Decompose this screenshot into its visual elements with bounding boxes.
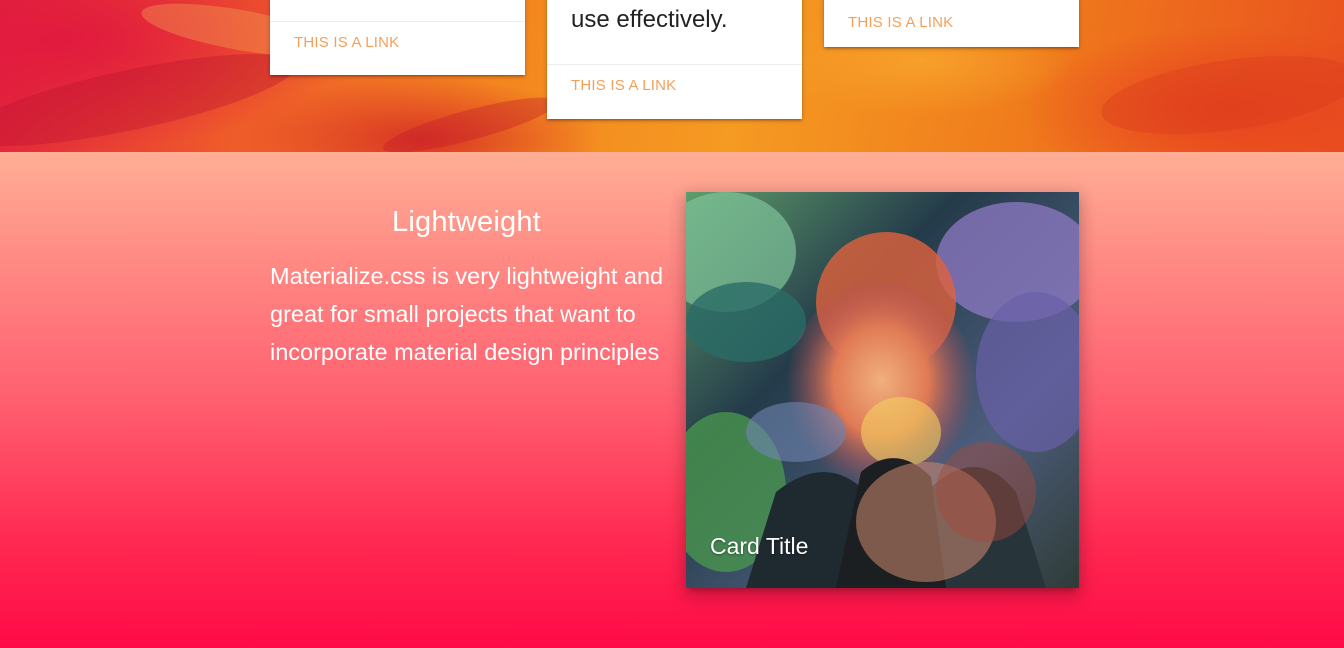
card-link[interactable]: THIS IS A LINK — [294, 35, 399, 50]
card-text: use effectively. — [571, 6, 728, 33]
feature-title: Lightweight — [392, 206, 541, 238]
feature-card-1: THIS IS A LINK — [270, 0, 525, 75]
feature-card-2: use effectively. THIS IS A LINK — [547, 0, 802, 119]
card-link[interactable]: THIS IS A LINK — [571, 78, 676, 93]
image-card[interactable]: Card Title — [686, 192, 1079, 588]
card-action: THIS IS A LINK — [547, 64, 802, 119]
card-action: THIS IS A LINK — [270, 21, 525, 75]
card-link[interactable]: THIS IS A LINK — [848, 15, 953, 30]
feature-description: Materialize.css is very lightweight and … — [270, 263, 664, 365]
hero-background-section: THIS IS A LINK use effectively. THIS IS … — [0, 0, 1344, 152]
feature-card-3: THIS IS A LINK — [824, 0, 1079, 47]
image-card-title: Card Title — [710, 533, 809, 559]
feature-section: Lightweight Materialize.css is very ligh… — [0, 152, 1344, 648]
painting-image — [686, 192, 1079, 588]
card-action: THIS IS A LINK — [824, 0, 1079, 47]
